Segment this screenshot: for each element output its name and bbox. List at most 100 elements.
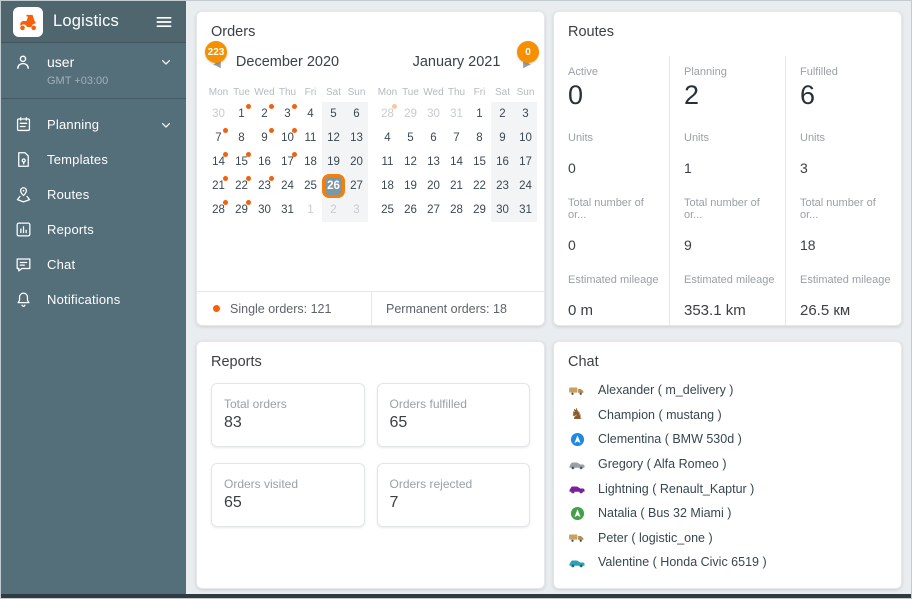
calendar-day[interactable]: 31 (514, 198, 537, 222)
calendar-day[interactable]: 4 (376, 126, 399, 150)
calendar-day[interactable]: 4 (299, 102, 322, 126)
calendar-day[interactable]: 27 (422, 198, 445, 222)
calendar-day[interactable]: 30 (253, 198, 276, 222)
calendar-day[interactable]: 20 (422, 174, 445, 198)
calendar-day[interactable]: 28 (445, 198, 468, 222)
calendar-day[interactable]: 9 (253, 126, 276, 150)
calendar-day[interactable]: 16 (253, 150, 276, 174)
sidebar-item-label: Reports (47, 222, 94, 237)
chat-item[interactable]: Clementina ( BMW 530d ) (568, 427, 887, 452)
calendar-day[interactable]: 12 (399, 150, 422, 174)
calendar-day[interactable]: 21 (207, 174, 230, 198)
calendar-day[interactable]: 13 (345, 126, 368, 150)
calendar-day[interactable]: 14 (207, 150, 230, 174)
chat-item[interactable]: Natalia ( Bus 32 Miami ) (568, 501, 887, 526)
chevron-down-icon[interactable] (158, 117, 174, 133)
orders-footer: Single orders: 121 Permanent orders: 18 (197, 291, 544, 325)
calendar-day[interactable]: 27 (345, 174, 368, 198)
calendar-day[interactable]: 18 (376, 174, 399, 198)
calendar-day[interactable]: 1 (299, 198, 322, 222)
sidebar-item-notifications[interactable]: Notifications (1, 282, 186, 317)
calendar-day[interactable]: 11 (376, 150, 399, 174)
dashboard: Orders ◀ 223 December 2020 Mon Tue Wed Thu Fri S… (186, 1, 911, 598)
calendar-day[interactable]: 17 (514, 150, 537, 174)
calendar-day[interactable]: 30 (491, 198, 514, 222)
calendar-day[interactable]: 30 (422, 102, 445, 126)
calendar-day[interactable]: 16 (491, 150, 514, 174)
calendar-day[interactable]: 26 (399, 198, 422, 222)
calendar-day[interactable]: 28 (207, 198, 230, 222)
calendar-day[interactable]: 6 (422, 126, 445, 150)
calendar-day[interactable]: 31 (445, 102, 468, 126)
calendar-day[interactable]: 15 (468, 150, 491, 174)
calendar-day[interactable]: 5 (322, 102, 345, 126)
calendar-day[interactable]: 23 (253, 174, 276, 198)
calendar-day[interactable]: 15 (230, 150, 253, 174)
sidebar-item-planning[interactable]: Planning (1, 107, 186, 142)
chat-item[interactable]: Lightning ( Renault_Kaptur ) (568, 476, 887, 501)
calendar-day[interactable]: 7 (445, 126, 468, 150)
chevron-down-icon[interactable] (158, 54, 174, 70)
chat-item[interactable]: Peter ( logistic_one ) (568, 526, 887, 551)
calendar-day[interactable]: 3 (276, 102, 299, 126)
truck-icon (568, 530, 586, 546)
menu-toggle-icon[interactable] (154, 12, 174, 32)
calendar-day[interactable]: 28 (376, 102, 399, 126)
sidebar-item-reports[interactable]: Reports (1, 212, 186, 247)
calendar-day[interactable]: 9 (491, 126, 514, 150)
calendar-day[interactable]: 1 (468, 102, 491, 126)
prev-month-arrow-icon[interactable]: ◀ 223 (205, 41, 227, 71)
calendar-day[interactable]: 17 (276, 150, 299, 174)
calendar-day[interactable]: 10 (514, 126, 537, 150)
calendar-day[interactable]: 3 (514, 102, 537, 126)
weekday-label: Sat (494, 86, 510, 98)
calendar-day[interactable]: 31 (276, 198, 299, 222)
chat-item[interactable]: Alexander ( m_delivery ) (568, 378, 887, 403)
order-dot-icon (246, 200, 251, 205)
calendar-day[interactable]: 7 (207, 126, 230, 150)
calendar-day[interactable]: 2 (491, 102, 514, 126)
calendar-day[interactable]: 2 (322, 198, 345, 222)
chat-item[interactable]: ♞ Champion ( mustang ) (568, 403, 887, 428)
calendar-day[interactable]: 18 (299, 150, 322, 174)
calendar-day[interactable]: 10 (276, 126, 299, 150)
calendar-day[interactable]: 29 (230, 198, 253, 222)
calendar-day[interactable]: 8 (230, 126, 253, 150)
calendar-day[interactable]: 8 (468, 126, 491, 150)
calendar-day[interactable]: 30 (207, 102, 230, 126)
calendar-day[interactable]: 29 (468, 198, 491, 222)
calendar-day[interactable]: 14 (445, 150, 468, 174)
calendar-day[interactable]: 2 (253, 102, 276, 126)
sidebar-item-routes[interactable]: Routes (1, 177, 186, 212)
calendar-day[interactable]: 26 (322, 174, 345, 198)
next-month-arrow-icon[interactable]: ▶ 0 (517, 41, 539, 71)
report-card-value: 65 (224, 494, 242, 511)
sidebar-user-section[interactable]: user GMT +03:00 (1, 43, 186, 99)
calendar-day[interactable]: 22 (468, 174, 491, 198)
calendar-day[interactable]: 1 (230, 102, 253, 126)
calendar-day[interactable]: 6 (345, 102, 368, 126)
chat-item[interactable]: Valentine ( Honda Civic 6519 ) (568, 550, 887, 575)
weekday-label: Tue (233, 86, 250, 98)
calendar-day[interactable]: 23 (491, 174, 514, 198)
calendar-day[interactable]: 24 (276, 174, 299, 198)
calendar-day[interactable]: 19 (322, 150, 345, 174)
calendar-day[interactable]: 5 (399, 126, 422, 150)
calendar-day[interactable]: 22 (230, 174, 253, 198)
calendar-day[interactable]: 19 (399, 174, 422, 198)
estimated-mileage-label: Estimated mileage (684, 274, 775, 286)
calendar-day[interactable]: 20 (345, 150, 368, 174)
calendar-day[interactable]: 13 (422, 150, 445, 174)
calendar-day[interactable]: 25 (376, 198, 399, 222)
sidebar-item-templates[interactable]: Templates (1, 142, 186, 177)
calendar-day[interactable]: 25 (299, 174, 322, 198)
calendar-day[interactable]: 29 (399, 102, 422, 126)
calendar-day[interactable]: 12 (322, 126, 345, 150)
calendar-day[interactable]: 24 (514, 174, 537, 198)
calendar-day[interactable]: 3 (345, 198, 368, 222)
chat-item[interactable]: Gregory ( Alfa Romeo ) (568, 452, 887, 477)
calendar-day[interactable]: 11 (299, 126, 322, 150)
sidebar-item-chat[interactable]: Chat (1, 247, 186, 282)
calendar-day[interactable]: 21 (445, 174, 468, 198)
routes-panel: Routes Active 0 Units 0 Total number of or..… (553, 11, 902, 326)
